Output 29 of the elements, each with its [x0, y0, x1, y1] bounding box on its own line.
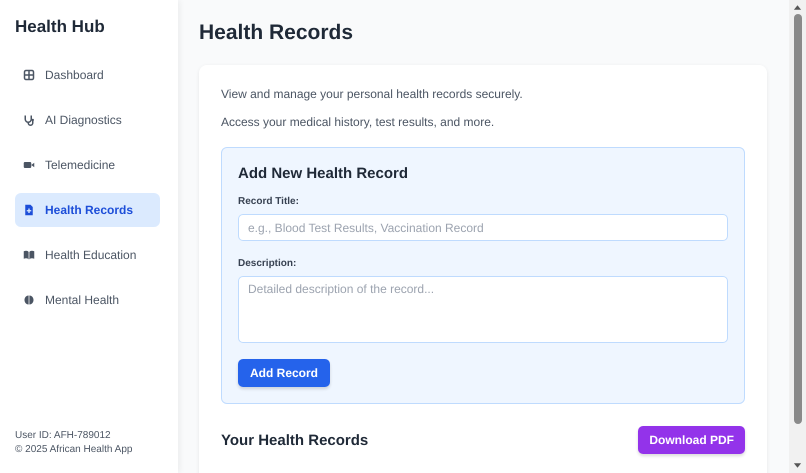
- stethoscope-icon: [23, 114, 35, 126]
- video-camera-icon: [23, 159, 35, 171]
- add-record-button[interactable]: Add Record: [238, 359, 330, 387]
- input-field[interactable]: e.g., Blood Test Results, Vaccination Record: [238, 214, 728, 241]
- nav-item[interactable]: Mental Health: [15, 283, 160, 317]
- brain-icon: [23, 294, 35, 306]
- form-title: Add New Health Record: [238, 165, 408, 182]
- scrollbar[interactable]: [789, 0, 806, 473]
- download-button[interactable]: Download PDF: [638, 426, 745, 454]
- app-title: Health Hub: [15, 17, 106, 37]
- nav-item[interactable]: Health Records: [15, 193, 160, 227]
- footer-text: © 2025 African Health App: [15, 443, 134, 457]
- grid-icon: [23, 69, 35, 81]
- intro-text: View and manage your personal health records securely.: [221, 87, 524, 101]
- scroll-down-icon[interactable]: [793, 463, 802, 469]
- scroll-up-icon[interactable]: [793, 4, 802, 10]
- nav-item[interactable]: Dashboard: [15, 58, 160, 92]
- book-icon: [23, 249, 35, 261]
- document-icon: [23, 204, 35, 216]
- section-title: Your Health Records: [221, 432, 368, 448]
- nav-item[interactable]: Health Education: [15, 238, 160, 272]
- textarea-field[interactable]: Detailed description of the record...: [238, 276, 728, 343]
- nav-item[interactable]: Telemedicine: [15, 148, 160, 182]
- nav-item[interactable]: AI Diagnostics: [15, 103, 160, 137]
- field-label: Description:: [238, 258, 296, 269]
- page-title: Health Records: [199, 21, 354, 45]
- footer-text: User ID: AFH-789012: [15, 429, 112, 443]
- field-label: Record Title:: [238, 196, 299, 207]
- intro-text: Access your medical history, test results, and more.: [221, 115, 496, 129]
